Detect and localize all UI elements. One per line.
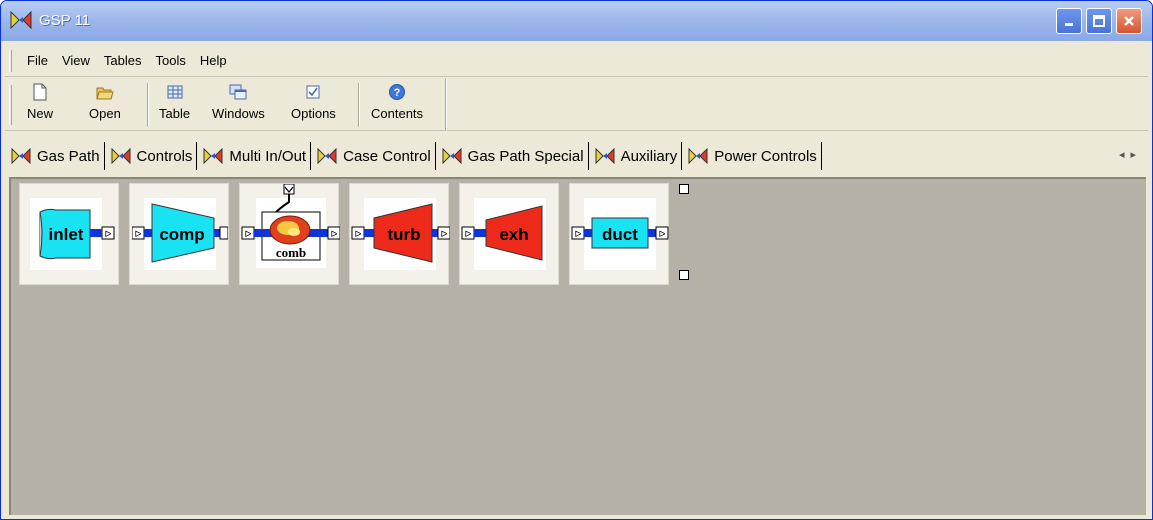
inlet-component[interactable]: ᐅ inlet: [19, 183, 119, 285]
comp-component[interactable]: ᐅ comp: [129, 183, 229, 285]
maximize-icon: [1093, 15, 1105, 27]
new-label: New: [27, 106, 54, 121]
new-button[interactable]: New: [27, 83, 53, 129]
gsp-logo-icon: [203, 148, 223, 164]
tab-multi-in-out[interactable]: Multi In/Out: [197, 142, 312, 170]
duct-component[interactable]: ᐅ ᐅ duct: [569, 183, 669, 285]
svg-text:ᐅ: ᐅ: [355, 229, 362, 239]
toolbar-end-divider: [445, 79, 447, 131]
tab-gas-path[interactable]: Gas Path: [5, 142, 105, 170]
turbine-icon: ᐅ ᐅ turb: [351, 198, 450, 270]
main-window: GSP 11 File View Tables Tools Help New O…: [0, 0, 1153, 520]
open-folder-icon: [96, 87, 114, 100]
duct-icon: ᐅ ᐅ duct: [571, 198, 669, 270]
checkbox-icon: [306, 85, 320, 99]
maximize-button[interactable]: [1086, 8, 1112, 34]
svg-text:ᐅ: ᐅ: [465, 229, 472, 239]
inlet-icon: ᐅ inlet: [30, 198, 115, 270]
menu-view[interactable]: View: [55, 53, 97, 68]
contents-button[interactable]: ? Contents: [371, 83, 423, 129]
tab-label: Multi In/Out: [229, 147, 307, 165]
bottom-handle-square[interactable]: [679, 270, 689, 280]
windows-label: Windows: [212, 106, 265, 121]
gsp-logo-icon: [111, 148, 131, 164]
svg-text:?: ?: [394, 87, 401, 99]
duct-label: duct: [602, 225, 638, 244]
turb-component[interactable]: ᐅ ᐅ turb: [349, 183, 450, 285]
menu-help[interactable]: Help: [193, 53, 234, 68]
table-button[interactable]: Table: [159, 83, 190, 129]
table-icon: [167, 85, 183, 99]
svg-text:ᐅ: ᐅ: [575, 229, 582, 239]
svg-text:ᐅ: ᐅ: [659, 229, 666, 239]
minimize-button[interactable]: [1056, 8, 1082, 34]
comb-label: comb: [276, 245, 306, 260]
svg-text:ᐅ: ᐅ: [105, 229, 112, 239]
inlet-label: inlet: [49, 225, 84, 244]
open-button[interactable]: Open: [89, 83, 121, 129]
tab-controls[interactable]: Controls: [105, 142, 198, 170]
exh-label: exh: [499, 225, 528, 244]
menu-grip[interactable]: [9, 49, 12, 72]
tab-label: Auxiliary: [620, 147, 678, 165]
menu-file[interactable]: File: [20, 53, 55, 68]
compressor-icon: ᐅ comp: [132, 198, 228, 270]
gsp-logo-icon: [688, 148, 708, 164]
tab-label: Gas Path Special: [467, 147, 584, 165]
windows-button[interactable]: Windows: [212, 83, 265, 129]
top-handle-square[interactable]: [679, 184, 689, 194]
exh-component[interactable]: ᐅ exh: [459, 183, 559, 285]
svg-text:ᐅ: ᐅ: [135, 229, 142, 239]
window-title: GSP 11: [39, 12, 91, 29]
tab-power-controls[interactable]: Power Controls: [682, 142, 822, 170]
contents-label: Contents: [371, 106, 424, 121]
title-bar[interactable]: GSP 11: [1, 1, 1152, 41]
menu-tools[interactable]: Tools: [148, 53, 192, 68]
toolbar-grip[interactable]: [9, 85, 12, 125]
gsp-logo-icon: [595, 148, 615, 164]
tab-scroll-arrows[interactable]: ◂▸: [1119, 148, 1142, 161]
svg-text:ᐅ: ᐅ: [441, 229, 448, 239]
tab-label: Power Controls: [714, 147, 817, 165]
tab-case-control[interactable]: Case Control: [311, 142, 436, 170]
comp-label: comp: [159, 225, 204, 244]
comb-component[interactable]: ᐅ ᐅ comb: [239, 183, 340, 285]
close-button[interactable]: [1116, 8, 1142, 34]
app-logo-icon: [10, 11, 32, 29]
new-document-icon: [33, 83, 47, 101]
tab-label: Case Control: [343, 147, 431, 165]
svg-text:ᐅ: ᐅ: [331, 229, 338, 239]
tab-gas-path-special[interactable]: Gas Path Special: [436, 142, 589, 170]
options-label: Options: [291, 106, 336, 121]
gsp-logo-icon: [442, 148, 462, 164]
toolbar: New Open Table Windows Options ? Content…: [5, 79, 1148, 131]
combustor-icon: ᐅ ᐅ comb: [241, 184, 340, 268]
tab-label: Gas Path: [37, 147, 100, 165]
gsp-logo-icon: [317, 148, 337, 164]
windows-icon: [229, 84, 247, 100]
menu-bar: File View Tables Tools Help: [5, 45, 1148, 77]
open-label: Open: [89, 106, 121, 121]
toolbar-separator: [358, 83, 360, 127]
exhaust-icon: ᐅ exh: [461, 198, 546, 270]
palette-tabs: Gas Path Controls Multi In/Out Case Cont…: [5, 137, 1148, 175]
help-icon: ?: [389, 84, 406, 100]
tab-label: Controls: [136, 147, 193, 165]
table-label: Table: [159, 106, 191, 121]
close-icon: [1124, 16, 1134, 26]
menu-tables[interactable]: Tables: [97, 53, 149, 68]
tab-auxiliary[interactable]: Auxiliary: [589, 142, 683, 170]
options-button[interactable]: Options: [291, 83, 336, 129]
turb-label: turb: [387, 225, 420, 244]
component-canvas: ᐅ inlet ᐅ comp ᐅ ᐅ comb ᐅ ᐅ turb ᐅ exh ᐅ…: [9, 177, 1146, 515]
gsp-logo-icon: [11, 148, 31, 164]
svg-text:ᐅ: ᐅ: [245, 229, 252, 239]
minimize-icon: [1065, 23, 1073, 26]
toolbar-separator: [147, 83, 149, 127]
